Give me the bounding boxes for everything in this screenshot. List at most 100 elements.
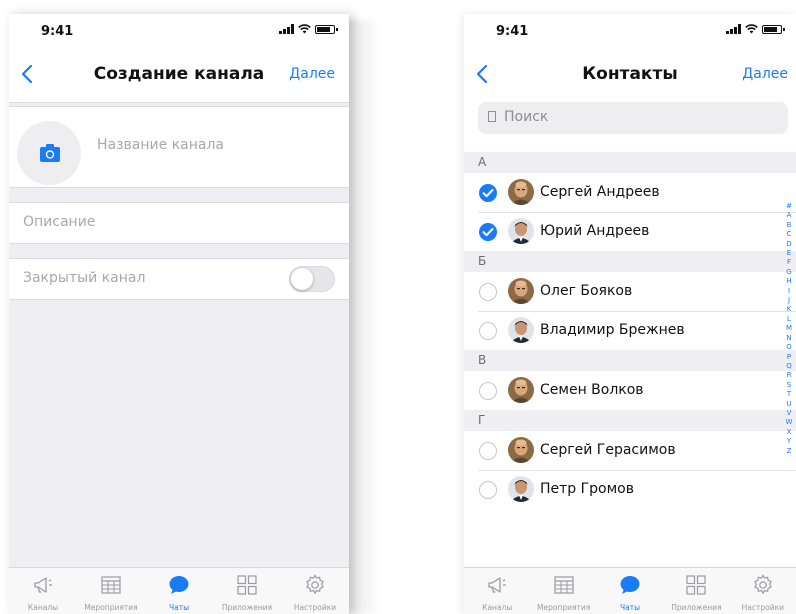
alphabet-letter[interactable]: X xyxy=(784,428,794,437)
toggle-knob xyxy=(291,268,313,290)
checkmark-icon[interactable] xyxy=(479,184,497,202)
private-channel-label: Закрытый канал xyxy=(23,270,146,286)
section-header: В xyxy=(464,350,796,371)
channel-name-input[interactable]: Название канала xyxy=(97,137,224,153)
alphabet-letter[interactable]: G xyxy=(784,268,794,277)
alphabet-letter[interactable]: O xyxy=(784,343,794,352)
alphabet-letter[interactable]: M xyxy=(784,324,794,333)
status-time: 9:41 xyxy=(41,24,74,39)
unchecked-circle-icon[interactable] xyxy=(479,382,497,400)
alphabet-letter[interactable]: N xyxy=(784,334,794,343)
alphabet-letter[interactable]: T xyxy=(784,390,794,399)
tab-bar: Каналы Мероприятия Чаты Приложения Настройки xyxy=(9,567,349,614)
alphabet-letter[interactable]: H xyxy=(784,277,794,286)
checkmark-icon[interactable] xyxy=(479,223,497,241)
alphabet-letter[interactable]: U xyxy=(784,400,794,409)
tab-label: Настройки xyxy=(741,603,784,612)
description-input[interactable]: Описание xyxy=(23,214,95,230)
alphabet-letter[interactable]: W xyxy=(784,418,794,427)
tab-label: Мероприятия xyxy=(84,603,138,612)
contacts-screen: 9:41 Контакты Далее Поиск А Сергей Андрее… xyxy=(464,14,796,614)
avatar xyxy=(508,278,534,304)
contact-row[interactable]: Юрий Андреев xyxy=(464,212,796,251)
section-header: Б xyxy=(464,251,796,272)
avatar xyxy=(508,437,534,463)
contact-name: Владимир Брежнев xyxy=(540,322,685,338)
alphabet-letter[interactable]: V xyxy=(784,409,794,418)
search-bar: Поиск xyxy=(464,102,796,152)
tab-apps-grid[interactable]: Приложения xyxy=(663,568,729,614)
alphabet-letter[interactable]: S xyxy=(784,381,794,390)
unchecked-circle-icon[interactable] xyxy=(479,322,497,340)
tab-chat-bubble[interactable]: Чаты xyxy=(597,568,663,614)
alphabet-letter[interactable]: P xyxy=(784,353,794,362)
alphabet-letter[interactable]: I xyxy=(784,287,794,296)
alphabet-letter[interactable]: Q xyxy=(784,362,794,371)
unchecked-circle-icon[interactable] xyxy=(479,442,497,460)
tab-label: Чаты xyxy=(620,603,641,612)
status-icons xyxy=(279,24,338,34)
signal-icon xyxy=(279,24,294,34)
contact-row[interactable]: Сергей Андреев xyxy=(464,173,796,212)
tab-apps-grid[interactable]: Приложения xyxy=(213,568,281,614)
wifi-icon xyxy=(745,24,758,34)
contact-row[interactable]: Петр Громов xyxy=(464,470,796,509)
alphabet-letter[interactable]: Z xyxy=(784,447,794,456)
tab-label: Настройки xyxy=(293,603,337,612)
tab-gear[interactable]: Настройки xyxy=(730,568,796,614)
alphabet-letter[interactable]: L xyxy=(784,315,794,324)
contact-row[interactable]: Владимир Брежнев xyxy=(464,311,796,350)
tab-gear[interactable]: Настройки xyxy=(281,568,349,614)
avatar xyxy=(508,218,534,244)
next-button[interactable]: Далее xyxy=(289,66,335,82)
tab-label: Каналы xyxy=(482,603,513,612)
section-header: Г xyxy=(464,410,796,431)
photo-picker[interactable] xyxy=(17,121,81,185)
alphabet-index[interactable]: # A B C D E F G H I J K L M N O P Q R S T U V W X Y Z xyxy=(784,202,794,456)
contact-row[interactable]: Сергей Герасимов xyxy=(464,431,796,470)
nav-bar: Контакты Далее xyxy=(464,48,796,102)
avatar xyxy=(508,476,534,502)
contact-row[interactable]: Семен Волков xyxy=(464,371,796,410)
private-channel-toggle[interactable] xyxy=(289,266,335,292)
tab-label: Каналы xyxy=(27,603,59,612)
status-bar: 9:41 xyxy=(9,14,349,48)
contact-name: Семен Волков xyxy=(540,382,644,398)
status-bar: 9:41 xyxy=(464,14,796,48)
unchecked-circle-icon[interactable] xyxy=(479,481,497,499)
tab-megaphone[interactable]: Каналы xyxy=(464,568,530,614)
avatar xyxy=(508,317,534,343)
tab-chat-bubble[interactable]: Чаты xyxy=(145,568,213,614)
create-channel-screen: 9:41 Создание канала Далее Название кана… xyxy=(9,14,349,614)
unchecked-circle-icon[interactable] xyxy=(479,283,497,301)
tab-label: Мероприятия xyxy=(536,603,591,612)
avatar xyxy=(508,179,534,205)
alphabet-letter[interactable]: # xyxy=(784,202,794,211)
contact-name: Петр Громов xyxy=(540,481,635,497)
alphabet-letter[interactable]: C xyxy=(784,230,794,239)
channel-name-section: Название канала xyxy=(9,106,349,188)
section-header: А xyxy=(464,152,796,173)
search-input[interactable]: Поиск xyxy=(478,102,788,134)
alphabet-letter[interactable]: B xyxy=(784,221,794,230)
alphabet-letter[interactable]: E xyxy=(784,249,794,258)
contact-row[interactable]: Олег Бояков xyxy=(464,272,796,311)
signal-icon xyxy=(726,24,741,34)
tab-calendar-grid[interactable]: Мероприятия xyxy=(530,568,596,614)
tab-bar: Каналы Мероприятия Чаты Приложения Настройки xyxy=(464,567,796,614)
contact-list: А Сергей Андреев Юрий Андреев Б Олег Бояков В… xyxy=(464,152,796,509)
contact-name: Сергей Герасимов xyxy=(540,442,676,458)
alphabet-letter[interactable]: A xyxy=(784,211,794,220)
tab-megaphone[interactable]: Каналы xyxy=(9,568,77,614)
alphabet-letter[interactable]: F xyxy=(784,258,794,267)
alphabet-letter[interactable]: Y xyxy=(784,437,794,446)
alphabet-letter[interactable]: K xyxy=(784,305,794,314)
battery-icon xyxy=(762,25,785,34)
alphabet-letter[interactable]: R xyxy=(784,371,794,380)
status-icons xyxy=(726,24,785,34)
tab-calendar-grid[interactable]: Мероприятия xyxy=(77,568,145,614)
next-button[interactable]: Далее xyxy=(742,66,788,82)
alphabet-letter[interactable]: J xyxy=(784,296,794,305)
tab-label: Чаты xyxy=(168,603,190,612)
alphabet-letter[interactable]: D xyxy=(784,240,794,249)
